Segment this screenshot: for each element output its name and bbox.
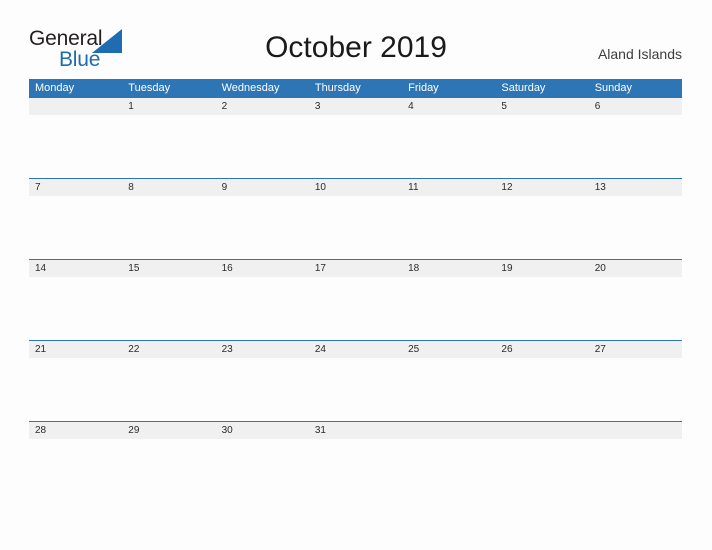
day-cell[interactable]: 31 bbox=[309, 422, 402, 439]
day-cell[interactable]: 25 bbox=[402, 341, 495, 358]
calendar-week-row: 1 2 3 4 5 6 bbox=[29, 97, 682, 178]
day-cell[interactable]: 23 bbox=[216, 341, 309, 358]
day-cell[interactable]: 2 bbox=[216, 98, 309, 115]
calendar-page: General Blue October 2019 Aland Islands … bbox=[0, 0, 712, 550]
day-cell[interactable]: 9 bbox=[216, 179, 309, 196]
day-cell[interactable]: 21 bbox=[29, 341, 122, 358]
weekday-header-tuesday: Tuesday bbox=[128, 82, 171, 94]
weekday-header-row: Monday Tuesday Wednesday Thursday Friday… bbox=[29, 79, 682, 97]
calendar-week-row: 28 29 30 31 bbox=[29, 421, 682, 502]
day-cell[interactable]: 18 bbox=[402, 260, 495, 277]
page-header: General Blue October 2019 Aland Islands bbox=[0, 0, 712, 79]
week-date-band: 14 15 16 17 18 19 20 bbox=[29, 260, 682, 277]
day-cell[interactable]: 24 bbox=[309, 341, 402, 358]
calendar-grid: Monday Tuesday Wednesday Thursday Friday… bbox=[29, 79, 682, 502]
day-cell[interactable]: 19 bbox=[495, 260, 588, 277]
day-cell[interactable]: 12 bbox=[495, 179, 588, 196]
day-cell[interactable]: 15 bbox=[122, 260, 215, 277]
day-cell[interactable]: 20 bbox=[589, 260, 682, 277]
day-cell[interactable]: 30 bbox=[216, 422, 309, 439]
weekday-header-friday: Friday bbox=[408, 82, 439, 94]
day-cell[interactable]: 3 bbox=[309, 98, 402, 115]
calendar-week-row: 14 15 16 17 18 19 20 bbox=[29, 259, 682, 340]
day-cell[interactable]: 5 bbox=[495, 98, 588, 115]
week-note-area bbox=[29, 439, 682, 502]
day-cell[interactable]: 1 bbox=[122, 98, 215, 115]
day-cell[interactable]: 13 bbox=[589, 179, 682, 196]
week-note-area bbox=[29, 358, 682, 421]
day-cell[interactable] bbox=[29, 98, 122, 115]
day-cell[interactable]: 28 bbox=[29, 422, 122, 439]
day-cell[interactable] bbox=[495, 422, 588, 439]
day-cell[interactable]: 16 bbox=[216, 260, 309, 277]
day-cell[interactable]: 22 bbox=[122, 341, 215, 358]
day-cell[interactable] bbox=[589, 422, 682, 439]
day-cell[interactable]: 7 bbox=[29, 179, 122, 196]
weekday-header-thursday: Thursday bbox=[314, 82, 361, 94]
week-date-band: 28 29 30 31 bbox=[29, 422, 682, 439]
day-cell[interactable]: 17 bbox=[309, 260, 402, 277]
day-cell[interactable]: 10 bbox=[309, 179, 402, 196]
calendar-location-label: Aland Islands bbox=[597, 46, 682, 62]
day-cell[interactable]: 14 bbox=[29, 260, 122, 277]
week-note-area bbox=[29, 196, 682, 259]
week-date-band: 7 8 9 10 11 12 13 bbox=[29, 179, 682, 196]
week-date-band: 21 22 23 24 25 26 27 bbox=[29, 341, 682, 358]
day-cell[interactable]: 11 bbox=[402, 179, 495, 196]
day-cell[interactable]: 29 bbox=[122, 422, 215, 439]
day-cell[interactable]: 8 bbox=[122, 179, 215, 196]
day-cell[interactable]: 6 bbox=[589, 98, 682, 115]
day-cell[interactable]: 26 bbox=[495, 341, 588, 358]
week-note-area bbox=[29, 115, 682, 178]
day-cell[interactable]: 4 bbox=[402, 98, 495, 115]
weekday-header-wednesday: Wednesday bbox=[221, 82, 280, 94]
weekday-header-saturday: Saturday bbox=[501, 82, 546, 94]
week-date-band: 1 2 3 4 5 6 bbox=[29, 98, 682, 115]
weekday-header-monday: Monday bbox=[35, 82, 75, 94]
weekday-header-sunday: Sunday bbox=[594, 82, 632, 94]
calendar-week-row: 7 8 9 10 11 12 13 bbox=[29, 178, 682, 259]
calendar-week-row: 21 22 23 24 25 26 27 bbox=[29, 340, 682, 421]
day-cell[interactable]: 27 bbox=[589, 341, 682, 358]
week-note-area bbox=[29, 277, 682, 340]
day-cell[interactable] bbox=[402, 422, 495, 439]
